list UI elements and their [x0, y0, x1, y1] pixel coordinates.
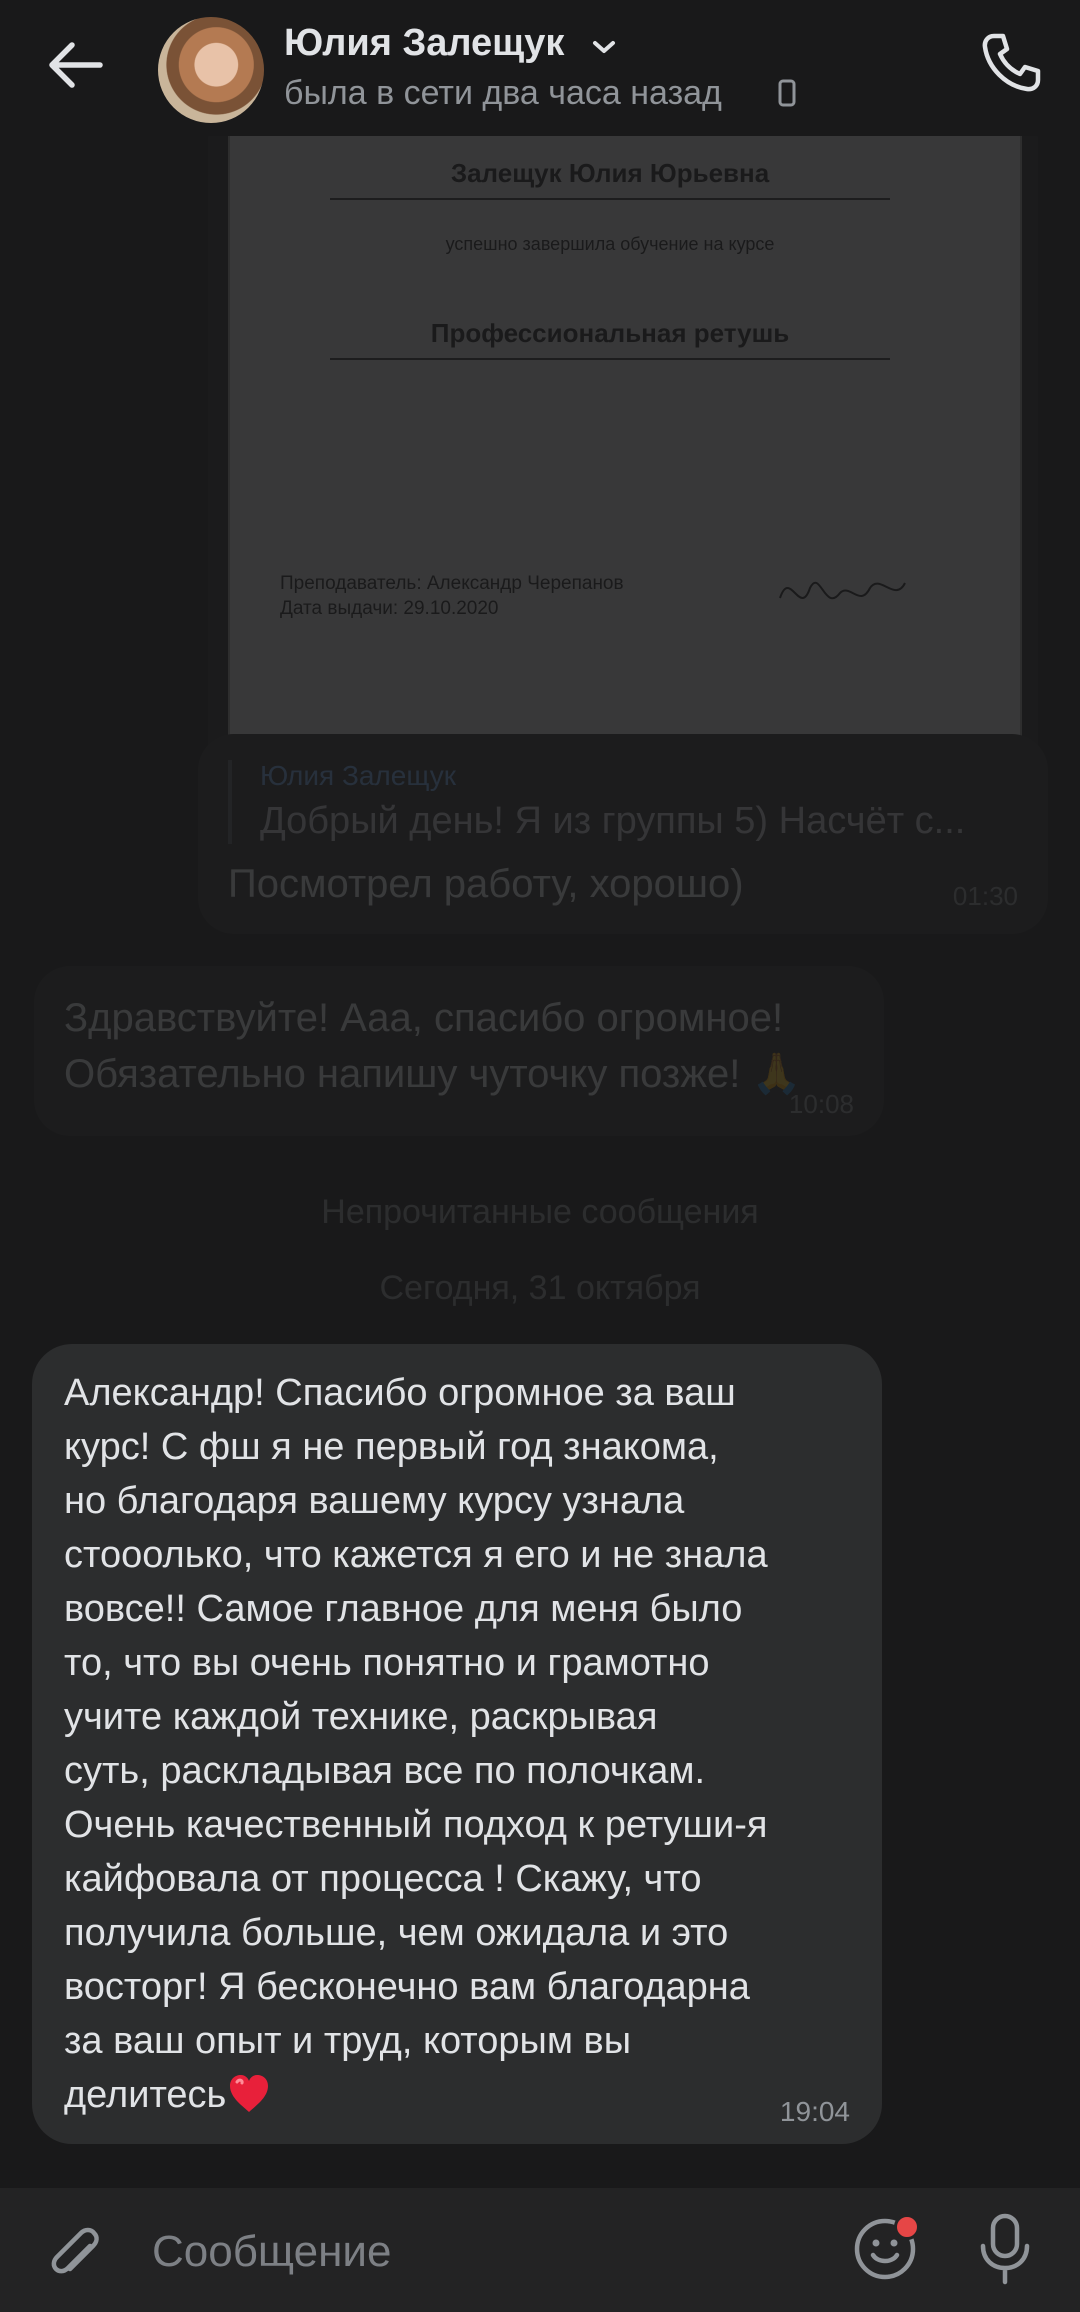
- message-composer: [0, 2188, 1080, 2312]
- notification-dot: [894, 2214, 920, 2240]
- message-time: 10:08: [788, 1089, 854, 1119]
- certificate-photo-message[interactable]: Залещук Юлия Юрьевна успешно завершила о…: [208, 136, 1038, 816]
- microphone-icon[interactable]: [976, 2212, 1034, 2286]
- quoted-text[interactable]: Добрый день! Я из группы 5) Насчёт с...: [260, 800, 965, 843]
- quoted-author[interactable]: Юлия Залещук: [260, 760, 456, 792]
- message-text: Посмотрел работу, хорошо): [228, 862, 744, 906]
- contact-status: была в сети два часа назад: [284, 74, 722, 112]
- reply-message-bubble[interactable]: Юлия Залещук Добрый день! Я из группы 5)…: [198, 734, 1048, 934]
- divider: [330, 358, 890, 360]
- quote-bar: [228, 760, 232, 844]
- certificate-recipient: Залещук Юлия Юрьевна: [450, 158, 770, 188]
- faded-history: Залещук Юлия Юрьевна успешно завершила о…: [0, 136, 1080, 1336]
- message-list[interactable]: Залещук Юлия Юрьевна успешно завершила о…: [0, 136, 1080, 2188]
- certificate-date: Дата выдачи: 29.10.2020: [280, 598, 499, 619]
- certificate-completion: успешно завершила обучение на курсе: [445, 234, 775, 254]
- message-text: Александр! Спасибо огромное за ваш курс!…: [64, 1372, 768, 2116]
- unread-separator: Непрочитанные сообщения: [321, 1193, 759, 1231]
- message-body: Александр! Спасибо огромное за ваш курс!…: [64, 1366, 864, 2122]
- incoming-message-bubble[interactable]: Здравствуйте! Ааа, спасибо огромное! Обя…: [34, 966, 884, 1136]
- certificate-image[interactable]: Залещук Юлия Юрьевна успешно завершила о…: [228, 136, 1022, 780]
- message-input[interactable]: [150, 2216, 814, 2288]
- certificate-teacher: Преподаватель: Александр Черепанов: [280, 573, 624, 594]
- certificate-course: Профессиональная ретушь: [430, 318, 790, 348]
- date-separator: Сегодня, 31 октября: [379, 1269, 701, 1307]
- signature-image: [779, 581, 906, 600]
- paperclip-icon[interactable]: [44, 2218, 108, 2282]
- incoming-message-bubble[interactable]: Александр! Спасибо огромное за ваш курс!…: [32, 1344, 882, 2144]
- contact-name[interactable]: Юлия Залещук: [284, 22, 564, 65]
- message-time: 19:04: [779, 2096, 850, 2127]
- avatar[interactable]: [158, 17, 264, 123]
- chevron-down-icon[interactable]: [590, 35, 618, 59]
- divider: [330, 198, 890, 200]
- message-time: 01:30: [952, 881, 1018, 911]
- chat-header: Юлия Залещук была в сети два часа назад: [0, 0, 1080, 136]
- phone-icon[interactable]: [978, 30, 1044, 96]
- heart-emoji-icon: [230, 2075, 269, 2112]
- message-text: Здравствуйте! Ааа, спасибо огромное! Обя…: [64, 996, 802, 1096]
- mobile-device-icon: [778, 79, 796, 107]
- back-arrow-icon[interactable]: [40, 30, 110, 100]
